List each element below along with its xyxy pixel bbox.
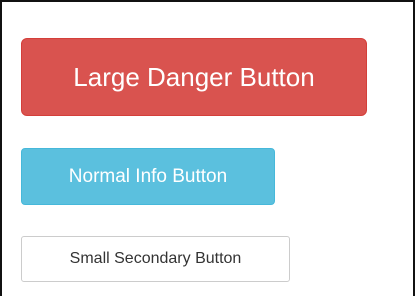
small-secondary-button[interactable]: Small Secondary Button — [21, 236, 290, 282]
demo-panel: Large Danger Button Normal Info Button S… — [0, 0, 415, 296]
large-danger-button[interactable]: Large Danger Button — [21, 38, 367, 116]
normal-info-button[interactable]: Normal Info Button — [21, 148, 275, 205]
